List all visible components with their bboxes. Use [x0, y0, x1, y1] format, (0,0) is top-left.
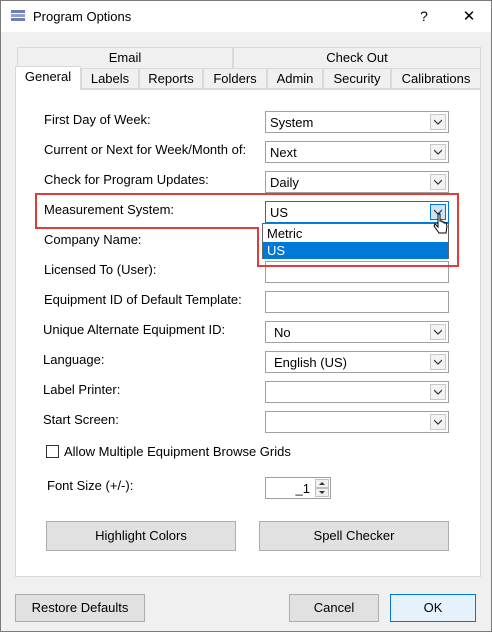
option-metric[interactable]: Metric: [263, 225, 448, 242]
unique-alt-id-value: No: [274, 325, 291, 340]
licensed-to-label: Licensed To (User):: [44, 262, 157, 277]
measurement-combo[interactable]: US: [265, 201, 449, 223]
chevron-down-icon[interactable]: [430, 144, 446, 160]
chevron-down-icon[interactable]: [430, 324, 446, 340]
chevron-down-icon[interactable]: [430, 354, 446, 370]
cancel-button[interactable]: Cancel: [289, 594, 379, 622]
first-day-label: First Day of Week:: [44, 112, 151, 127]
company-name-label: Company Name:: [44, 232, 142, 247]
measurement-label: Measurement System:: [44, 202, 175, 217]
label-printer-combo[interactable]: [265, 381, 449, 403]
form-layer: First Day of Week: System Current or Nex…: [1, 1, 491, 631]
restore-defaults-button[interactable]: Restore Defaults: [15, 594, 145, 622]
measurement-value: US: [270, 205, 289, 220]
chevron-down-icon[interactable]: [430, 414, 446, 430]
check-updates-label: Check for Program Updates:: [44, 172, 209, 187]
unique-alt-id-combo[interactable]: No: [265, 321, 449, 343]
measurement-dropdown-list: Metric US: [262, 223, 449, 259]
label-printer-label: Label Printer:: [43, 382, 121, 397]
allow-multiple-label: Allow Multiple Equipment Browse Grids: [64, 444, 291, 459]
program-options-window: Program Options ? ✕ Email Check Out Gene…: [0, 0, 492, 632]
language-combo[interactable]: English (US): [265, 351, 449, 373]
language-value: English (US): [274, 355, 347, 370]
font-size-value: _1: [295, 481, 310, 496]
current-next-combo[interactable]: Next: [265, 141, 449, 163]
spell-checker-button[interactable]: Spell Checker: [259, 521, 449, 551]
current-next-label: Current or Next for Week/Month of:: [44, 142, 247, 157]
language-label: Language:: [43, 352, 105, 367]
equipment-id-input[interactable]: [265, 291, 449, 313]
unique-alt-id-label: Unique Alternate Equipment ID:: [43, 322, 226, 337]
highlight-colors-button[interactable]: Highlight Colors: [46, 521, 236, 551]
first-day-value: System: [270, 115, 314, 130]
option-us[interactable]: US: [263, 242, 448, 259]
start-screen-combo[interactable]: [265, 411, 449, 433]
current-next-value: Next: [270, 145, 297, 160]
first-day-combo[interactable]: System: [265, 111, 449, 133]
spin-up-icon[interactable]: [315, 479, 329, 488]
check-updates-value: Daily: [270, 175, 299, 190]
chevron-down-icon[interactable]: [430, 174, 446, 190]
start-screen-label: Start Screen:: [43, 412, 119, 427]
check-updates-combo[interactable]: Daily: [265, 171, 449, 193]
chevron-down-icon[interactable]: [430, 384, 446, 400]
font-size-stepper[interactable]: _1: [265, 477, 331, 499]
font-size-label: Font Size (+/-):: [47, 478, 134, 493]
chevron-down-icon[interactable]: [430, 114, 446, 130]
ok-button[interactable]: OK: [390, 594, 476, 622]
mouse-pointer-icon: [433, 213, 448, 234]
spin-down-icon[interactable]: [315, 488, 329, 497]
allow-multiple-checkbox[interactable]: [46, 445, 59, 458]
equipment-id-label: Equipment ID of Default Template:: [44, 292, 242, 307]
licensed-to-input[interactable]: [265, 261, 449, 283]
